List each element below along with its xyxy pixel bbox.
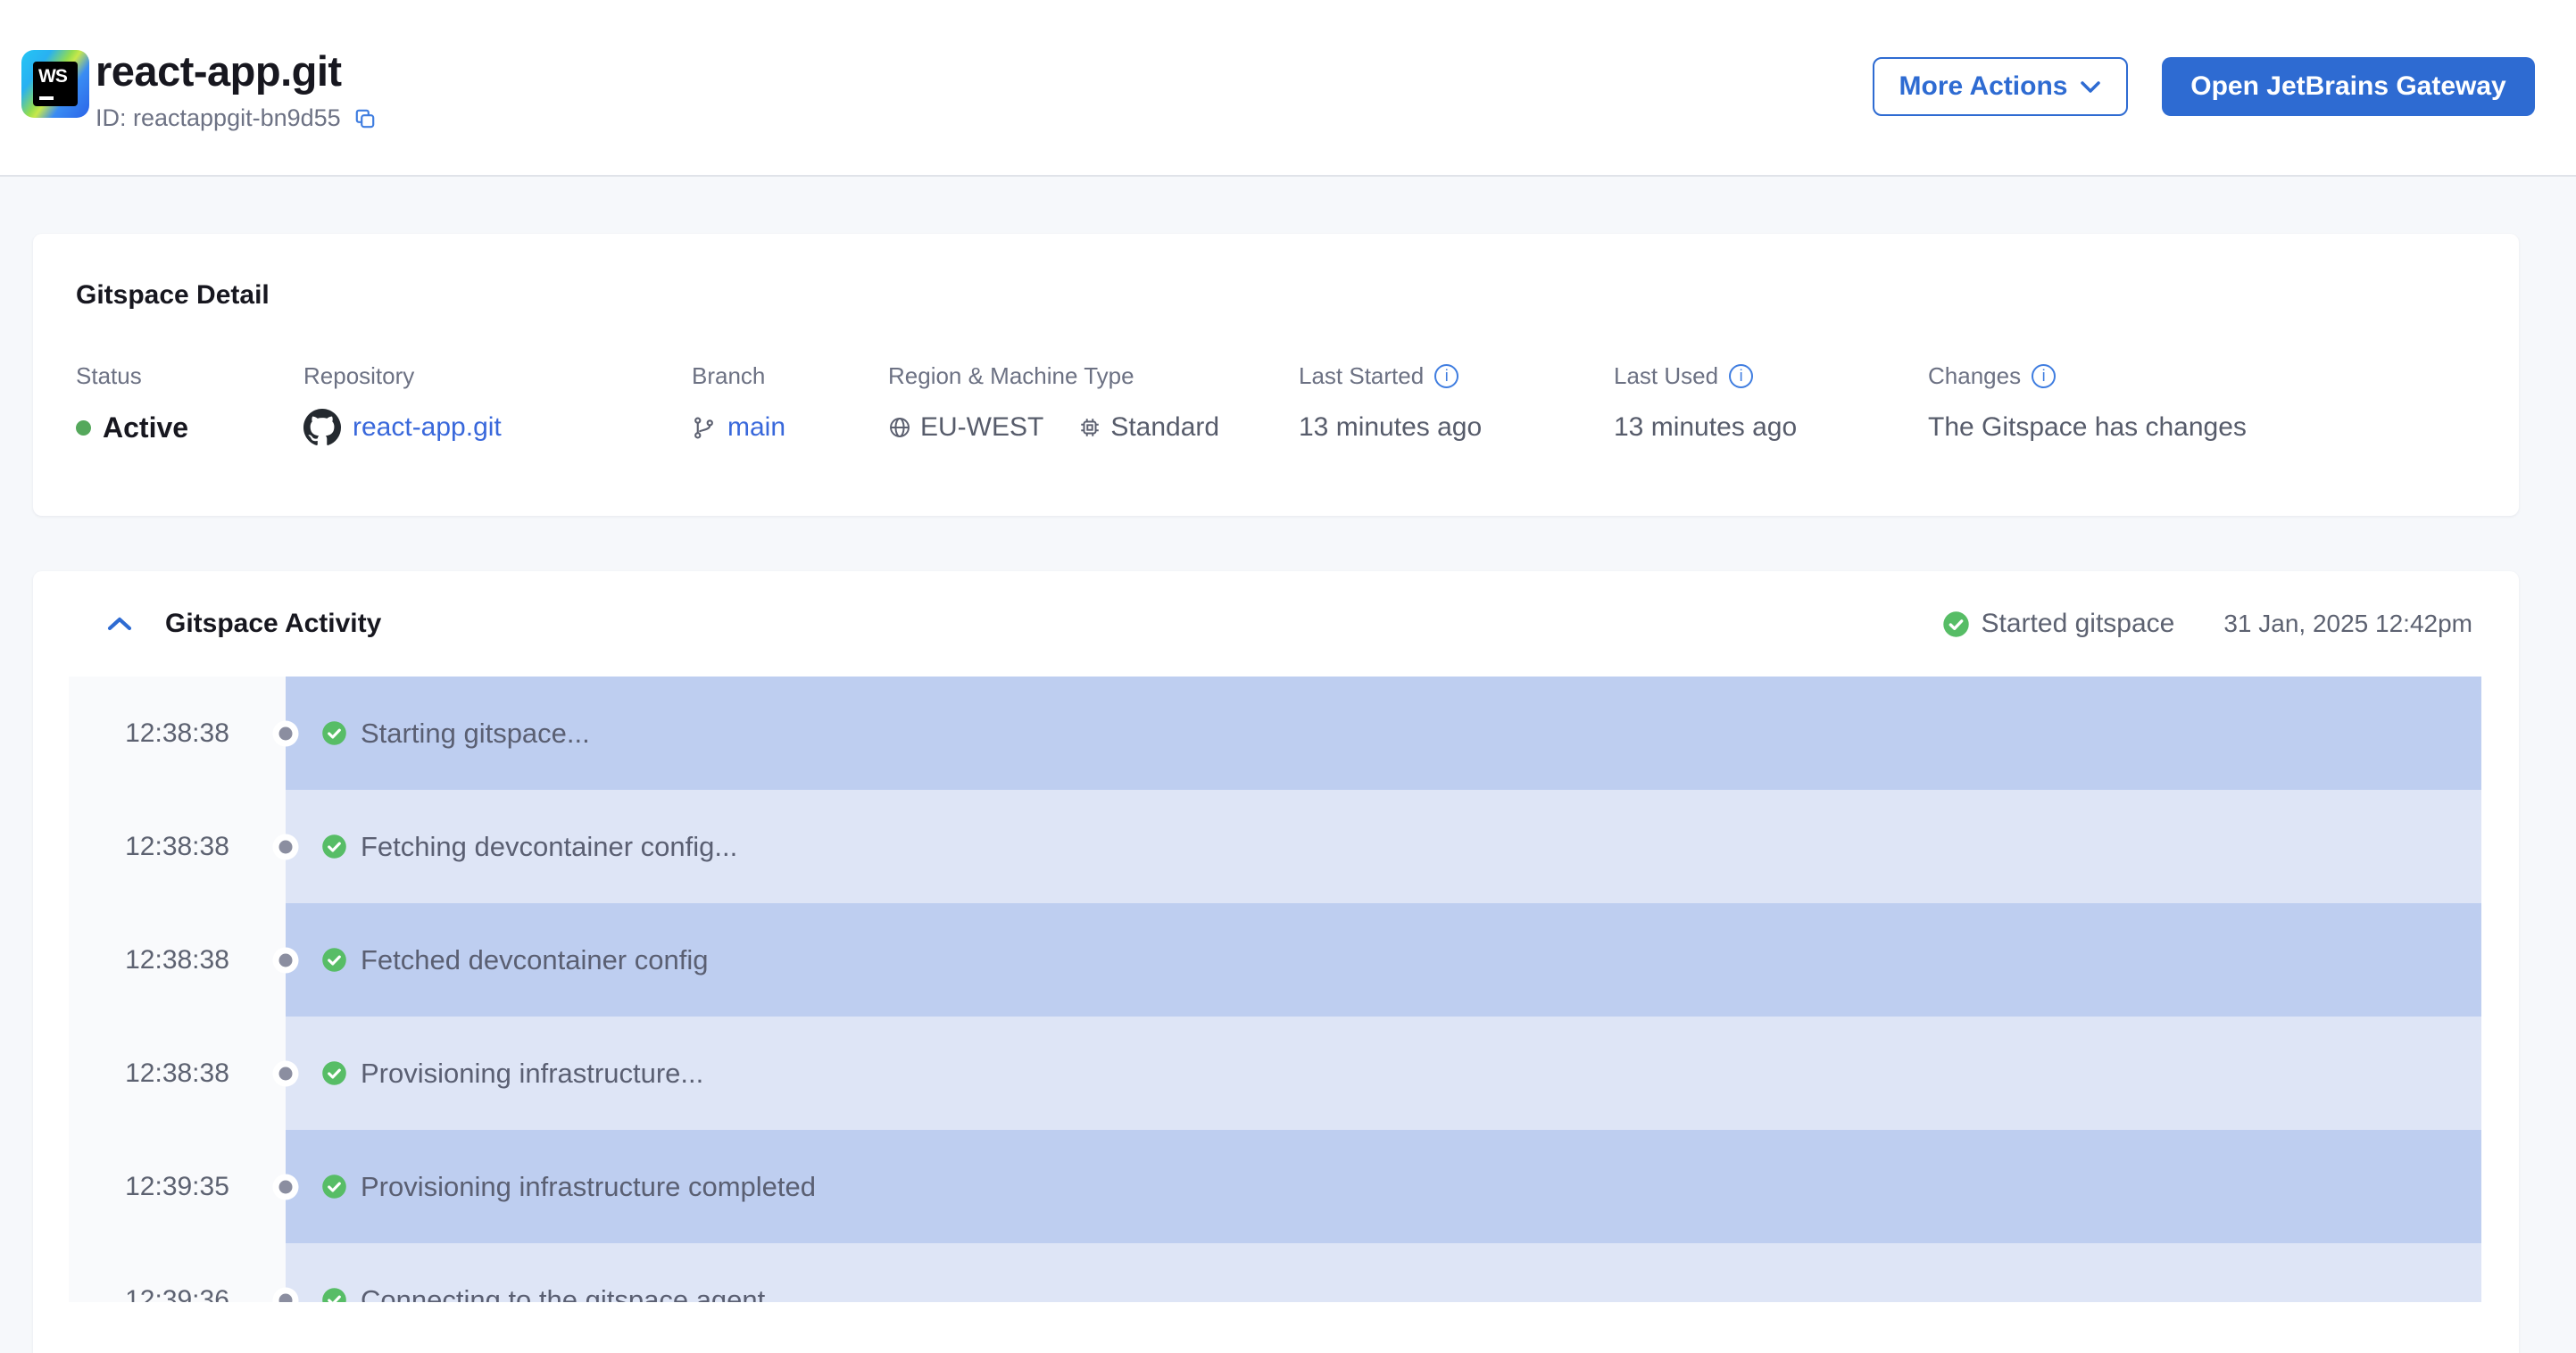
gitspace-activity-card: Gitspace Activity Started gitspace 31 Ja… (33, 571, 2519, 1353)
gitspace-detail-title: Gitspace Detail (76, 280, 270, 310)
success-check-icon (322, 721, 346, 745)
log-time: 12:38:38 (69, 676, 286, 790)
region-machine-label: Region & Machine Type (888, 362, 1134, 389)
log-row: 12:38:38 Provisioning infrastructure... (69, 1017, 2481, 1130)
top-bar: WS react-app.git ID: reactappgit-bn9d55 … (0, 0, 2576, 177)
timeline-dot-icon (278, 840, 293, 853)
page-title: react-app.git (96, 47, 342, 95)
more-actions-label: More Actions (1899, 71, 2068, 101)
log-time: 12:39:36 (69, 1243, 286, 1302)
log-message: Connecting to the gitspace agent (361, 1283, 766, 1303)
webstorm-icon-label: WS (38, 66, 68, 87)
field-status: Status Active (76, 362, 303, 447)
timeline-dot-icon (278, 726, 293, 740)
timeline-dot-icon (278, 953, 293, 967)
log-message: Fetched devcontainer config (361, 943, 709, 975)
log-message: Provisioning infrastructure... (361, 1057, 704, 1089)
log-row: 12:38:38 Fetching devcontainer config... (69, 790, 2481, 903)
field-region-machine: Region & Machine Type EU-WEST Standard (888, 362, 1299, 447)
log-time: 12:38:38 (69, 1017, 286, 1130)
chevron-up-icon (107, 617, 132, 631)
activity-status-badge: Started gitspace (1942, 609, 2175, 639)
git-branch-icon (694, 417, 713, 438)
status-dot-icon (76, 419, 91, 436)
repository-label: Repository (303, 362, 415, 389)
gitspace-activity-header: Gitspace Activity Started gitspace 31 Ja… (33, 571, 2519, 676)
field-last-used: Last Used i 13 minutes ago (1614, 362, 1928, 447)
more-actions-button[interactable]: More Actions (1873, 57, 2128, 116)
log-row: 12:39:35 Provisioning infrastructure com… (69, 1130, 2481, 1243)
success-check-icon (322, 1288, 346, 1302)
last-started-label: Last Started (1299, 362, 1425, 389)
open-jetbrains-gateway-label: Open JetBrains Gateway (2190, 71, 2506, 101)
status-label: Status (76, 362, 142, 389)
gitspace-activity-title: Gitspace Activity (165, 609, 382, 638)
webstorm-icon-inner: WS (33, 62, 78, 106)
success-check-icon (322, 1061, 346, 1085)
log-message: Provisioning infrastructure completed (361, 1170, 817, 1202)
last-started-info-icon[interactable]: i (1434, 364, 1459, 388)
last-used-value: 13 minutes ago (1614, 412, 1798, 442)
success-check-icon (322, 948, 346, 972)
machine-type-value: Standard (1110, 412, 1220, 442)
log-row: 12:38:38 Fetched devcontainer config (69, 903, 2481, 1017)
globe-icon (890, 418, 910, 437)
log-message: Starting gitspace... (361, 717, 590, 749)
timeline-dot-icon (278, 1067, 293, 1080)
last-started-value: 13 minutes ago (1299, 412, 1483, 442)
title-block: react-app.git ID: reactappgit-bn9d55 (96, 46, 377, 132)
success-check-icon (1942, 610, 1969, 637)
field-last-started: Last Started i 13 minutes ago (1299, 362, 1614, 447)
collapse-activity-button[interactable] (106, 616, 137, 632)
log-row: 12:39:36 Connecting to the gitspace agen… (69, 1243, 2481, 1302)
webstorm-icon: WS (21, 50, 89, 118)
last-used-label: Last Used (1614, 362, 1719, 389)
changes-info-icon[interactable]: i (2032, 364, 2057, 388)
timeline-dot-icon (278, 1293, 293, 1302)
activity-timestamp: 31 Jan, 2025 12:42pm (2223, 610, 2472, 637)
status-value: Active (103, 411, 189, 444)
field-branch: Branch main (692, 362, 888, 447)
last-used-info-icon[interactable]: i (1729, 364, 1754, 388)
success-check-icon (322, 1175, 346, 1199)
log-time: 12:38:38 (69, 903, 286, 1017)
changes-label: Changes (1928, 362, 2022, 389)
copy-id-button[interactable] (353, 107, 377, 130)
webstorm-icon-underscore (39, 96, 54, 100)
log-row: 12:38:38 Starting gitspace... (69, 676, 2481, 790)
machine-type-icon (1081, 419, 1100, 436)
log-time: 12:38:38 (69, 790, 286, 903)
field-changes: Changes i The Gitspace has changes (1928, 362, 2476, 447)
log-time: 12:39:35 (69, 1130, 286, 1243)
chevron-down-icon (2081, 80, 2101, 93)
activity-log-viewport[interactable]: 12:38:38 Starting gitspace... 12:38:38 F… (69, 676, 2481, 1302)
region-value: EU-WEST (920, 412, 1044, 442)
success-check-icon (322, 834, 346, 859)
gitspace-id: ID: reactappgit-bn9d55 (96, 104, 341, 131)
open-jetbrains-gateway-button[interactable]: Open JetBrains Gateway (2162, 57, 2535, 116)
copy-icon (355, 109, 374, 128)
branch-label: Branch (692, 362, 766, 389)
log-message: Fetching devcontainer config... (361, 830, 738, 862)
gitspace-detail-fields: Status Active Repository react-app.git B… (76, 362, 2476, 447)
gitspace-id-row: ID: reactappgit-bn9d55 (96, 104, 377, 132)
activity-status-area: Started gitspace 31 Jan, 2025 12:42pm (1942, 609, 2472, 639)
gitspace-detail-card: Gitspace Detail Status Active Repository… (33, 234, 2519, 516)
branch-link[interactable]: main (727, 412, 785, 443)
field-repository: Repository react-app.git (303, 362, 692, 447)
changes-value: The Gitspace has changes (1928, 412, 2247, 442)
timeline-dot-icon (278, 1180, 293, 1193)
repository-link[interactable]: react-app.git (353, 412, 502, 443)
activity-status-text: Started gitspace (1981, 609, 2175, 638)
github-icon (303, 409, 341, 445)
